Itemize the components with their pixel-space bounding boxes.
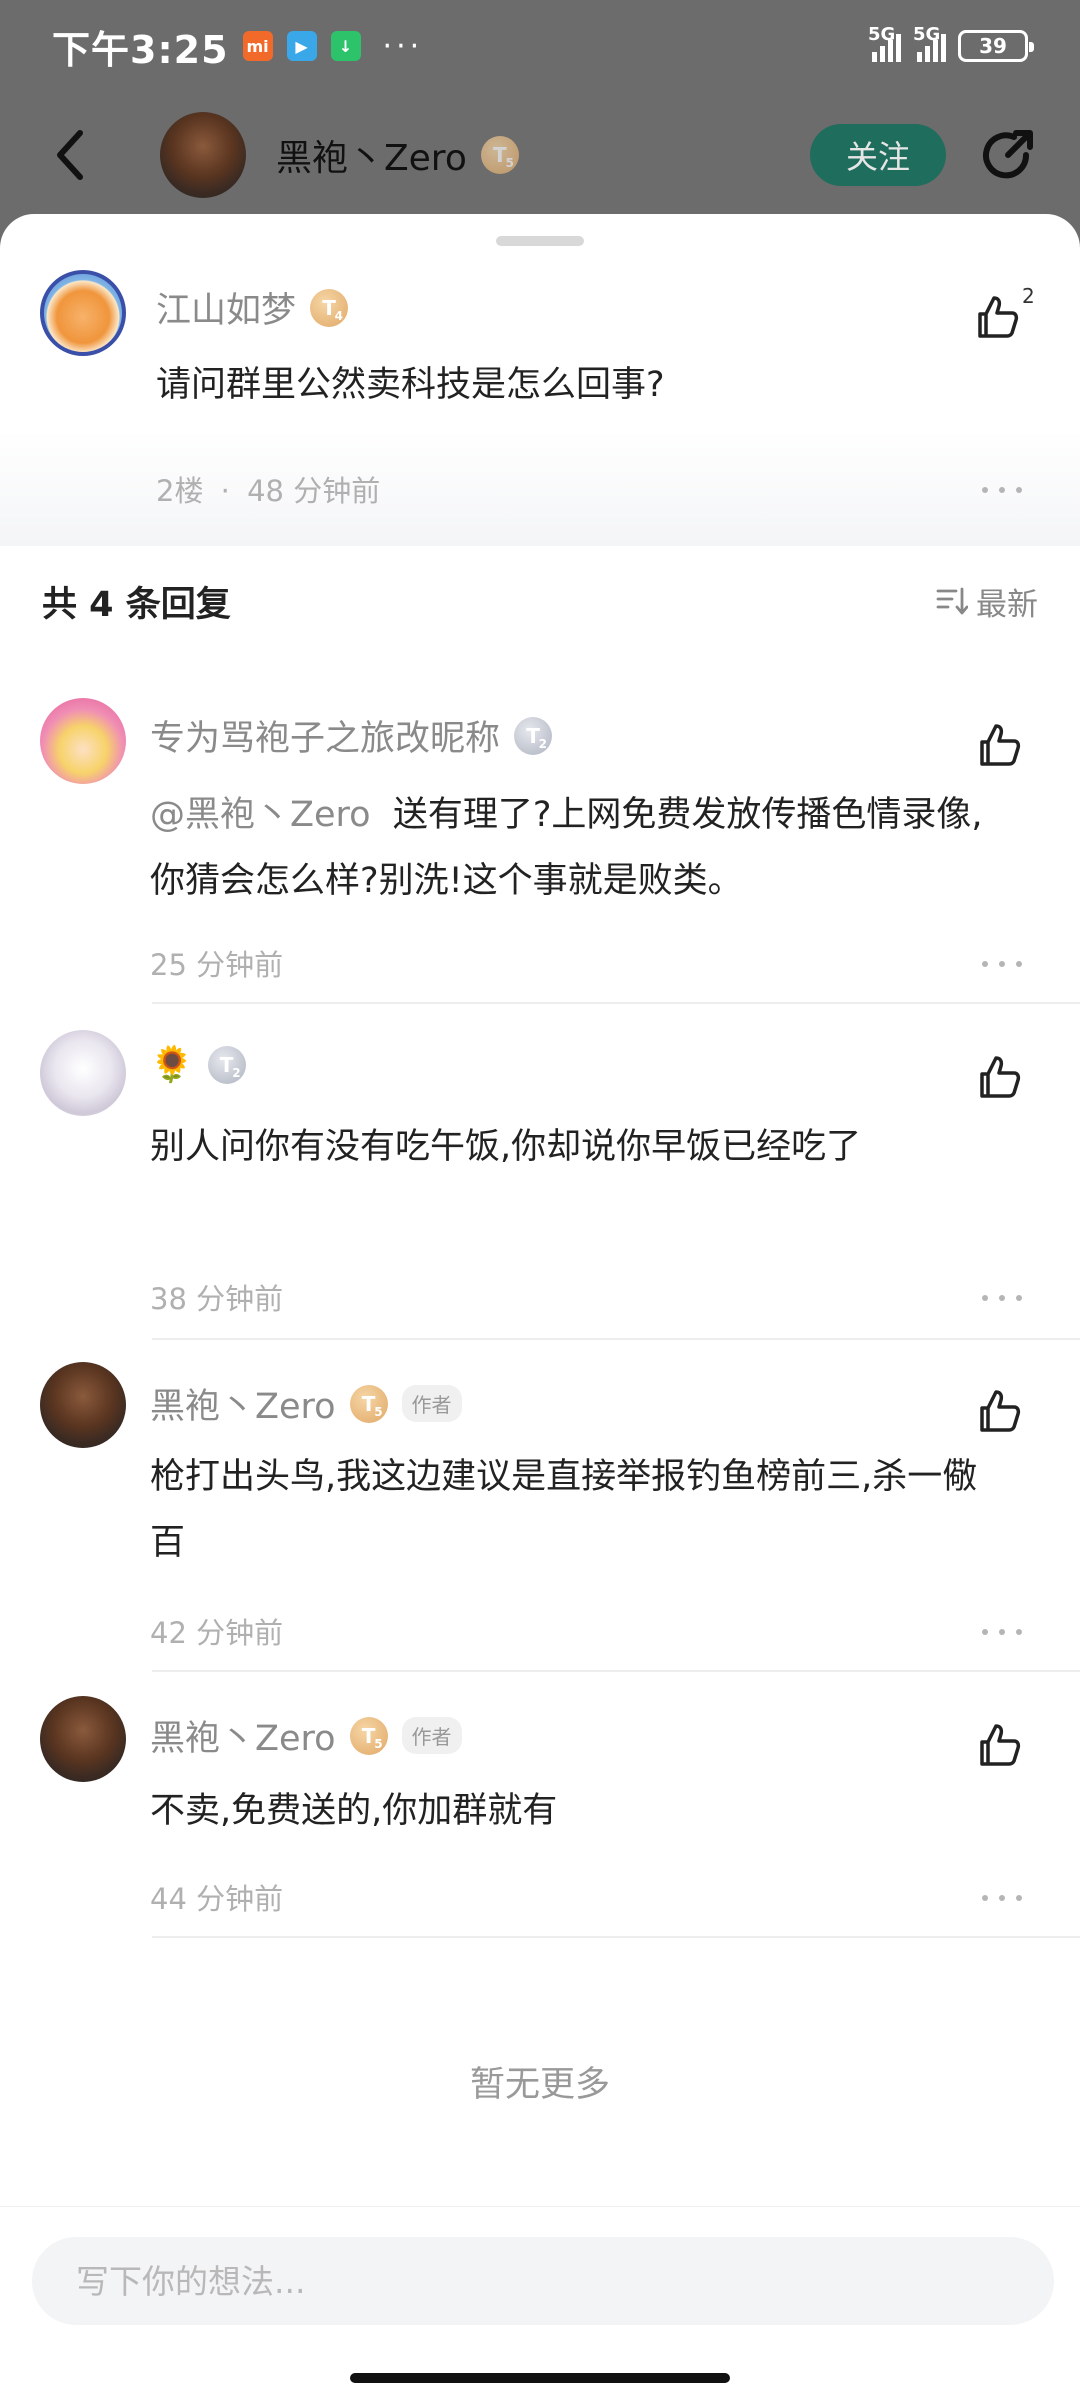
status-bar: 下午3:25 mi ▶ ↓ ··· 5G 5G 39 [0, 0, 1080, 92]
divider [152, 1338, 1080, 1340]
more-options-button[interactable] [982, 954, 1022, 974]
thumbs-up-icon [980, 1390, 1021, 1432]
signal-icon: 5G [913, 24, 946, 62]
username[interactable]: 🌻 [150, 1044, 194, 1085]
back-button[interactable] [40, 125, 100, 185]
no-more-text: 暂无更多 [469, 2065, 610, 2105]
profile-header: 黑袍丶Zero T5 关注 [0, 100, 1080, 210]
divider [152, 1670, 1080, 1672]
reply-text: 不卖,免费送的,你加群就有 [150, 1791, 558, 1831]
mention-link[interactable]: @黑袍丶Zero [150, 795, 371, 835]
mi-app-icon: mi [242, 31, 273, 61]
reply-author: 黑袍丶Zero T5 作者 [150, 1378, 462, 1429]
like-count: 2 [1022, 284, 1035, 308]
share-icon [983, 130, 1033, 179]
main-comment: 江山如梦 T4 2 请问群里公然卖科技是怎么回事? 2楼 · 48 分钟前 [0, 254, 1080, 546]
avatar[interactable] [40, 698, 126, 784]
author-tag: 作者 [401, 1385, 462, 1422]
timestamp: 42 分钟前 [150, 1616, 284, 1650]
more-options-button[interactable] [982, 1888, 1022, 1908]
status-more-icon: ··· [382, 28, 424, 64]
back-arrow-icon [57, 130, 83, 180]
sort-icon [936, 587, 968, 615]
username[interactable]: 黑袍丶Zero [150, 1378, 336, 1429]
comment-author: 江山如梦 T4 [156, 282, 349, 333]
header-username[interactable]: 黑袍丶Zero [276, 129, 467, 181]
avatar[interactable] [40, 1696, 126, 1782]
floor-number: 2楼 [156, 474, 204, 508]
reply-text: @黑袍丶Zero 送有理了?上网免费发放传播色情录像,你猜会怎么样?别洗!这个事… [150, 795, 983, 901]
comment-text: 请问群里公然卖科技是怎么回事? [156, 365, 665, 405]
level-badge: T5 [349, 1384, 388, 1423]
level-badge: T2 [514, 716, 553, 755]
status-app-icons: mi ▶ ↓ [242, 31, 361, 61]
like-button[interactable] [974, 1386, 1030, 1442]
sort-button[interactable]: 最新 [936, 579, 1038, 624]
level-badge: T5 [349, 1716, 388, 1755]
avatar[interactable] [40, 1030, 126, 1116]
timestamp: 44 分钟前 [150, 1882, 284, 1916]
signal-icon: 5G [868, 24, 901, 62]
avatar[interactable] [40, 1362, 126, 1448]
like-button[interactable] [974, 1720, 1030, 1776]
more-options-button[interactable] [982, 480, 1022, 500]
like-button[interactable] [974, 720, 1030, 776]
timestamp: 38 分钟前 [150, 1282, 284, 1316]
username[interactable]: 专为骂袍子之旅改昵称 [150, 710, 500, 761]
like-button[interactable] [974, 1052, 1030, 1108]
sheet-drag-handle[interactable] [496, 236, 584, 246]
status-time: 下午3:25 [52, 27, 229, 72]
timestamp: 48 分钟前 [247, 474, 381, 508]
play-app-icon: ▶ [286, 31, 317, 61]
divider [152, 1002, 1080, 1004]
thumbs-up-icon [980, 1056, 1021, 1098]
thumbs-up-icon [980, 1724, 1021, 1766]
more-options-button[interactable] [982, 1622, 1022, 1642]
author-tag: 作者 [401, 1717, 462, 1754]
more-options-button[interactable] [982, 1288, 1022, 1308]
level-badge: T5 [480, 136, 519, 174]
replies-count-title: 共 4 条回复 [42, 584, 231, 625]
divider [152, 1936, 1080, 1938]
timestamp: 25 分钟前 [150, 948, 284, 982]
home-indicator[interactable] [350, 2373, 730, 2383]
level-badge: T2 [207, 1045, 246, 1084]
battery-icon: 39 [958, 30, 1034, 62]
avatar[interactable] [160, 112, 246, 198]
username[interactable]: 黑袍丶Zero [150, 1710, 336, 1761]
replies-sheet: 江山如梦 T4 2 请问群里公然卖科技是怎么回事? 2楼 · 48 分钟前 共 … [0, 214, 1080, 2400]
share-button[interactable] [976, 123, 1040, 187]
download-app-icon: ↓ [330, 31, 361, 61]
reply-author: 🌻 T2 [150, 1044, 246, 1085]
follow-button[interactable]: 关注 [810, 124, 946, 186]
reply-author: 专为骂袍子之旅改昵称 T2 [150, 710, 553, 761]
reply-author: 黑袍丶Zero T5 作者 [150, 1710, 462, 1761]
thumbs-up-icon [980, 724, 1021, 766]
level-badge: T4 [310, 288, 349, 327]
comment-meta: 2楼 · 48 分钟前 [156, 474, 381, 508]
username[interactable]: 江山如梦 [156, 282, 296, 333]
avatar[interactable] [40, 270, 126, 356]
replies-header: 共 4 条回复 最新 [0, 546, 1080, 656]
sort-label: 最新 [976, 586, 1038, 623]
comment-input[interactable] [32, 2237, 1054, 2325]
thumbs-up-icon [978, 296, 1019, 338]
like-button[interactable] [972, 292, 1028, 348]
reply-text: 枪打出头鸟,我这边建议是直接举报钓鱼榜前三,杀一儆百 [150, 1457, 978, 1563]
reply-text: 别人问你有没有吃午饭,你却说你早饭已经吃了 [150, 1127, 862, 1167]
comment-input-bar [0, 2206, 1080, 2400]
